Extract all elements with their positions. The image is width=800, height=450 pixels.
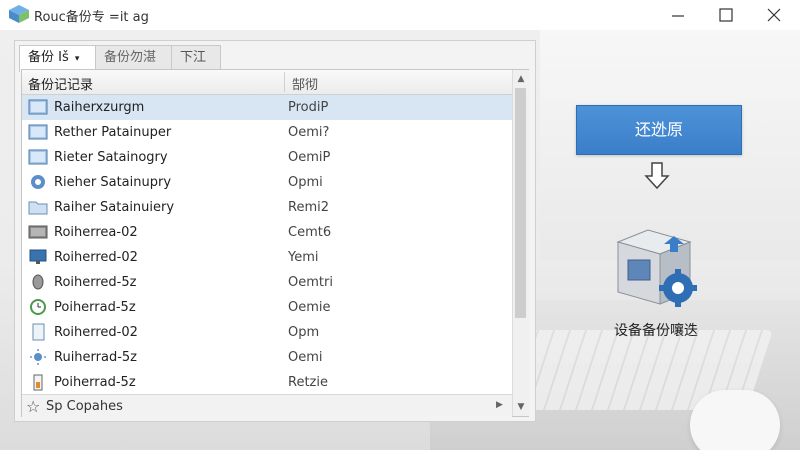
row-type: Opmi (288, 175, 323, 190)
folder-open-icon (28, 201, 48, 215)
row-type: Opm (288, 325, 320, 340)
row-type: OemiP (288, 150, 331, 165)
folder-icon (28, 149, 48, 165)
row-name: Rieter Satainogry (54, 150, 168, 165)
row-type: Oemi (288, 350, 323, 365)
monitor-icon (29, 249, 47, 264)
sun-icon (30, 349, 46, 365)
row-name: Roiherred-02 (54, 250, 138, 265)
list-header: 备份记记录 郜彻 (22, 70, 512, 95)
battery-icon (33, 374, 43, 391)
close-icon[interactable] (764, 6, 784, 24)
row-type: Remi2 (288, 200, 329, 215)
folder-icon (28, 99, 48, 115)
scroll-thumb[interactable] (515, 88, 526, 318)
row-name: Rieher Satainupry (54, 175, 172, 190)
tab-download-label: 下江 (180, 50, 207, 65)
list-item[interactable]: Roiherrea-02 Cemt6 (22, 220, 512, 245)
tab-backup-secondary-label: 备份勿湛 (104, 50, 157, 65)
tab-backup[interactable]: 备份 Iš ▾ (19, 45, 99, 72)
row-name: Raiher Satainuiery (54, 200, 175, 215)
list-rows: Raiherxzurgm ProdiP Rether Patainuper Oe… (22, 95, 512, 395)
row-name: Roiherrea-02 (54, 225, 138, 240)
list-item[interactable]: Poiherrad-5z Retzie (22, 370, 512, 395)
row-type: Oemi? (288, 125, 330, 140)
title-bar: Rouc备份专 =it ag (0, 0, 800, 31)
clock-icon (30, 299, 46, 315)
column-separator[interactable] (284, 72, 285, 92)
star-icon[interactable]: ☆ (26, 397, 40, 416)
row-name: Ruiherrad-5z (54, 350, 138, 365)
row-name: Raiherxzurgm (54, 100, 145, 115)
app-icon (9, 5, 29, 23)
status-text: Sp Copahes (46, 399, 123, 414)
row-type: Oemtri (288, 275, 333, 290)
device-backup-label: 设备备份嚷迭 (614, 323, 698, 339)
row-type: Oemie (288, 300, 331, 315)
row-name: Roiherred-02 (54, 325, 138, 340)
row-name: Rether Patainuper (54, 125, 172, 140)
list-item[interactable]: Roiherred-5z Oemtri (22, 270, 512, 295)
row-name: Roiherred-5z (54, 275, 137, 290)
scroll-down-icon[interactable]: ▼ (516, 402, 526, 412)
background-mouse (690, 390, 780, 450)
tab-backup-secondary[interactable]: 备份勿湛 (95, 45, 175, 70)
list-item[interactable]: Roiherred-02 Opm (22, 320, 512, 345)
column-header-name[interactable]: 备份记记录 (28, 74, 93, 93)
row-type: ProdiP (288, 100, 329, 115)
scroll-right-icon[interactable]: ▶ (496, 400, 503, 410)
folder-icon (28, 124, 48, 140)
minimize-icon[interactable] (668, 6, 688, 24)
list-item[interactable]: Rieter Satainogry OemiP (22, 145, 512, 170)
row-type: Yemi (288, 250, 319, 265)
maximize-icon[interactable] (716, 6, 736, 24)
row-type: Cemt6 (288, 225, 332, 240)
list-item[interactable]: Raiherxzurgm ProdiP (22, 95, 512, 120)
vertical-scrollbar[interactable]: ▲ ▼ (512, 70, 529, 416)
row-type: Retzie (288, 375, 328, 390)
gear-icon (31, 175, 45, 189)
window-title: Rouc备份专 =it ag (34, 10, 149, 25)
status-bar: ☆ Sp Copahes ▶ (22, 394, 512, 417)
tab-download[interactable]: 下江 (171, 45, 221, 70)
list-item[interactable]: Ruiherrad-5z Oemi (22, 345, 512, 370)
row-name: Poiherrad-5z (54, 300, 136, 315)
list-item[interactable]: Rether Patainuper Oemi? (22, 120, 512, 145)
backup-panel: 备份 Iš ▾ 备份勿湛 下江 备份记记录 郜彻 Raiherxzurgm Pr… (14, 40, 536, 422)
tab-backup-label: 备份 Iš (28, 50, 69, 65)
scroll-up-icon[interactable]: ▲ (516, 74, 526, 84)
backup-device-icon[interactable] (608, 222, 700, 312)
list-item[interactable]: Roiherred-02 Yemi (22, 245, 512, 270)
list-item[interactable]: Rieher Satainupry Opmi (22, 170, 512, 195)
list-item[interactable]: Raiher Satainuiery Remi2 (22, 195, 512, 220)
column-header-type[interactable]: 郜彻 (292, 74, 318, 93)
mouse-icon (32, 274, 44, 290)
chevron-down-icon[interactable]: ▾ (75, 54, 80, 64)
arrow-down-icon (644, 162, 670, 190)
drive-icon (28, 225, 48, 239)
restore-button[interactable]: 还迯原 (576, 105, 742, 155)
row-name: Poiherrad-5z (54, 375, 136, 390)
document-icon (32, 323, 45, 341)
backup-record-list: 备份记记录 郜彻 Raiherxzurgm ProdiP Rether Pata… (21, 69, 529, 417)
list-item[interactable]: Poiherrad-5z Oemie (22, 295, 512, 320)
